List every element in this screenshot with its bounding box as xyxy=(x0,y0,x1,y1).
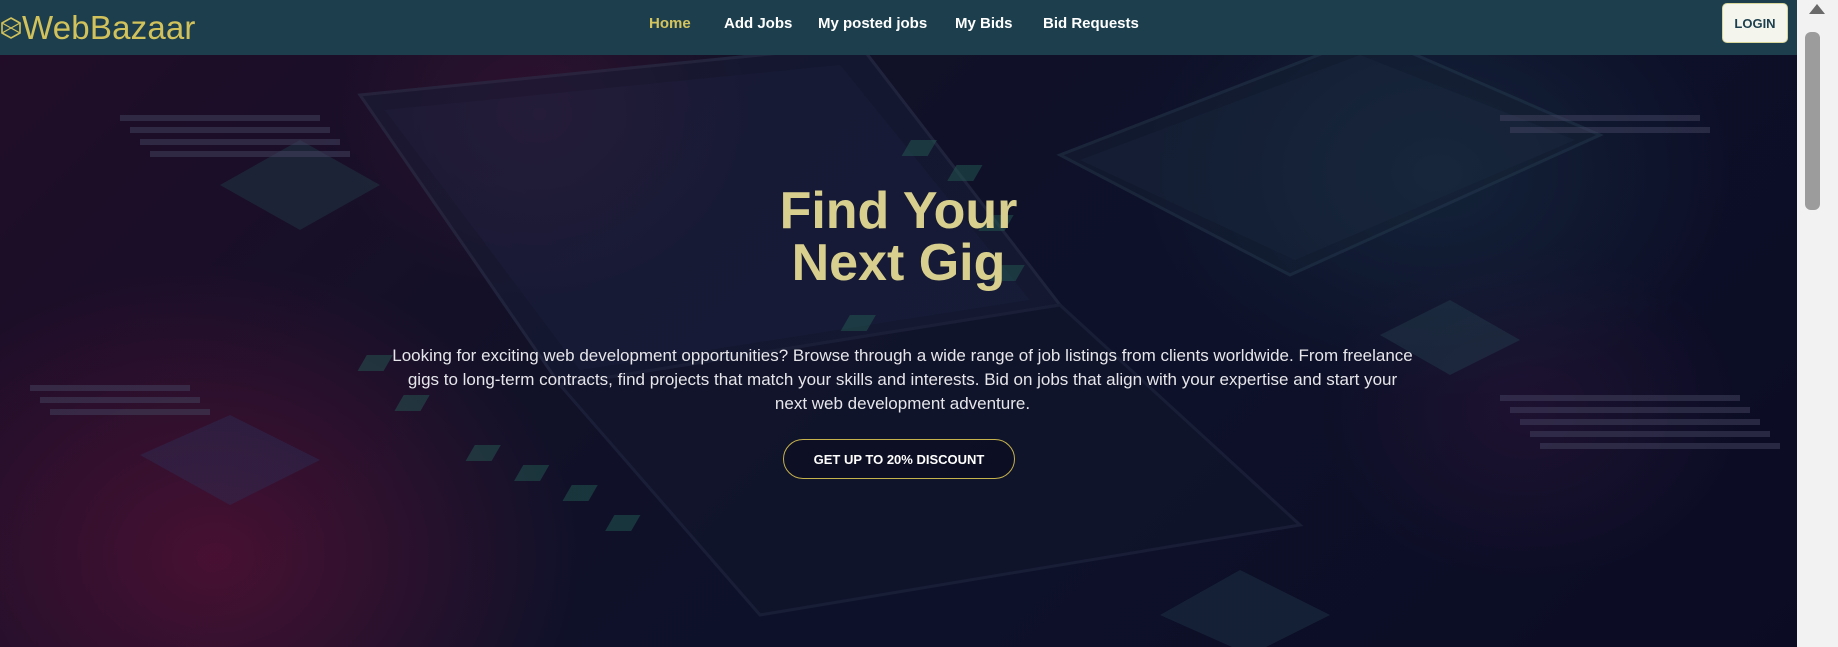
hero-title: Find Your Next Gig xyxy=(0,185,1797,289)
nav-link-add-jobs[interactable]: Add Jobs xyxy=(724,15,792,32)
nav-link-my-posted-jobs[interactable]: My posted jobs xyxy=(818,15,927,32)
discount-cta-button[interactable]: GET UP TO 20% DISCOUNT xyxy=(783,439,1015,479)
nav-link-home[interactable]: Home xyxy=(649,15,691,32)
top-navbar: WebBazaar Home Add Jobs My posted jobs M… xyxy=(0,0,1797,55)
page-scrollbar[interactable] xyxy=(1797,0,1838,647)
nav-link-bid-requests[interactable]: Bid Requests xyxy=(1043,15,1139,32)
hero-title-line1: Find Your xyxy=(779,182,1018,240)
hero-description: Looking for exciting web development opp… xyxy=(392,346,1413,413)
hero-title-line2: Next Gig xyxy=(791,234,1006,292)
nav-links: Home Add Jobs My posted jobs My Bids Bid… xyxy=(0,0,1797,55)
hero-section: Find Your Next Gig Looking for exciting … xyxy=(0,55,1797,647)
login-button[interactable]: LOGIN xyxy=(1722,3,1788,43)
scrollbar-thumb[interactable] xyxy=(1805,32,1820,210)
scroll-up-arrow-icon[interactable] xyxy=(1809,4,1825,14)
nav-link-my-bids[interactable]: My Bids xyxy=(955,15,1013,32)
browser-viewport: Find Your Next Gig Looking for exciting … xyxy=(0,0,1797,647)
